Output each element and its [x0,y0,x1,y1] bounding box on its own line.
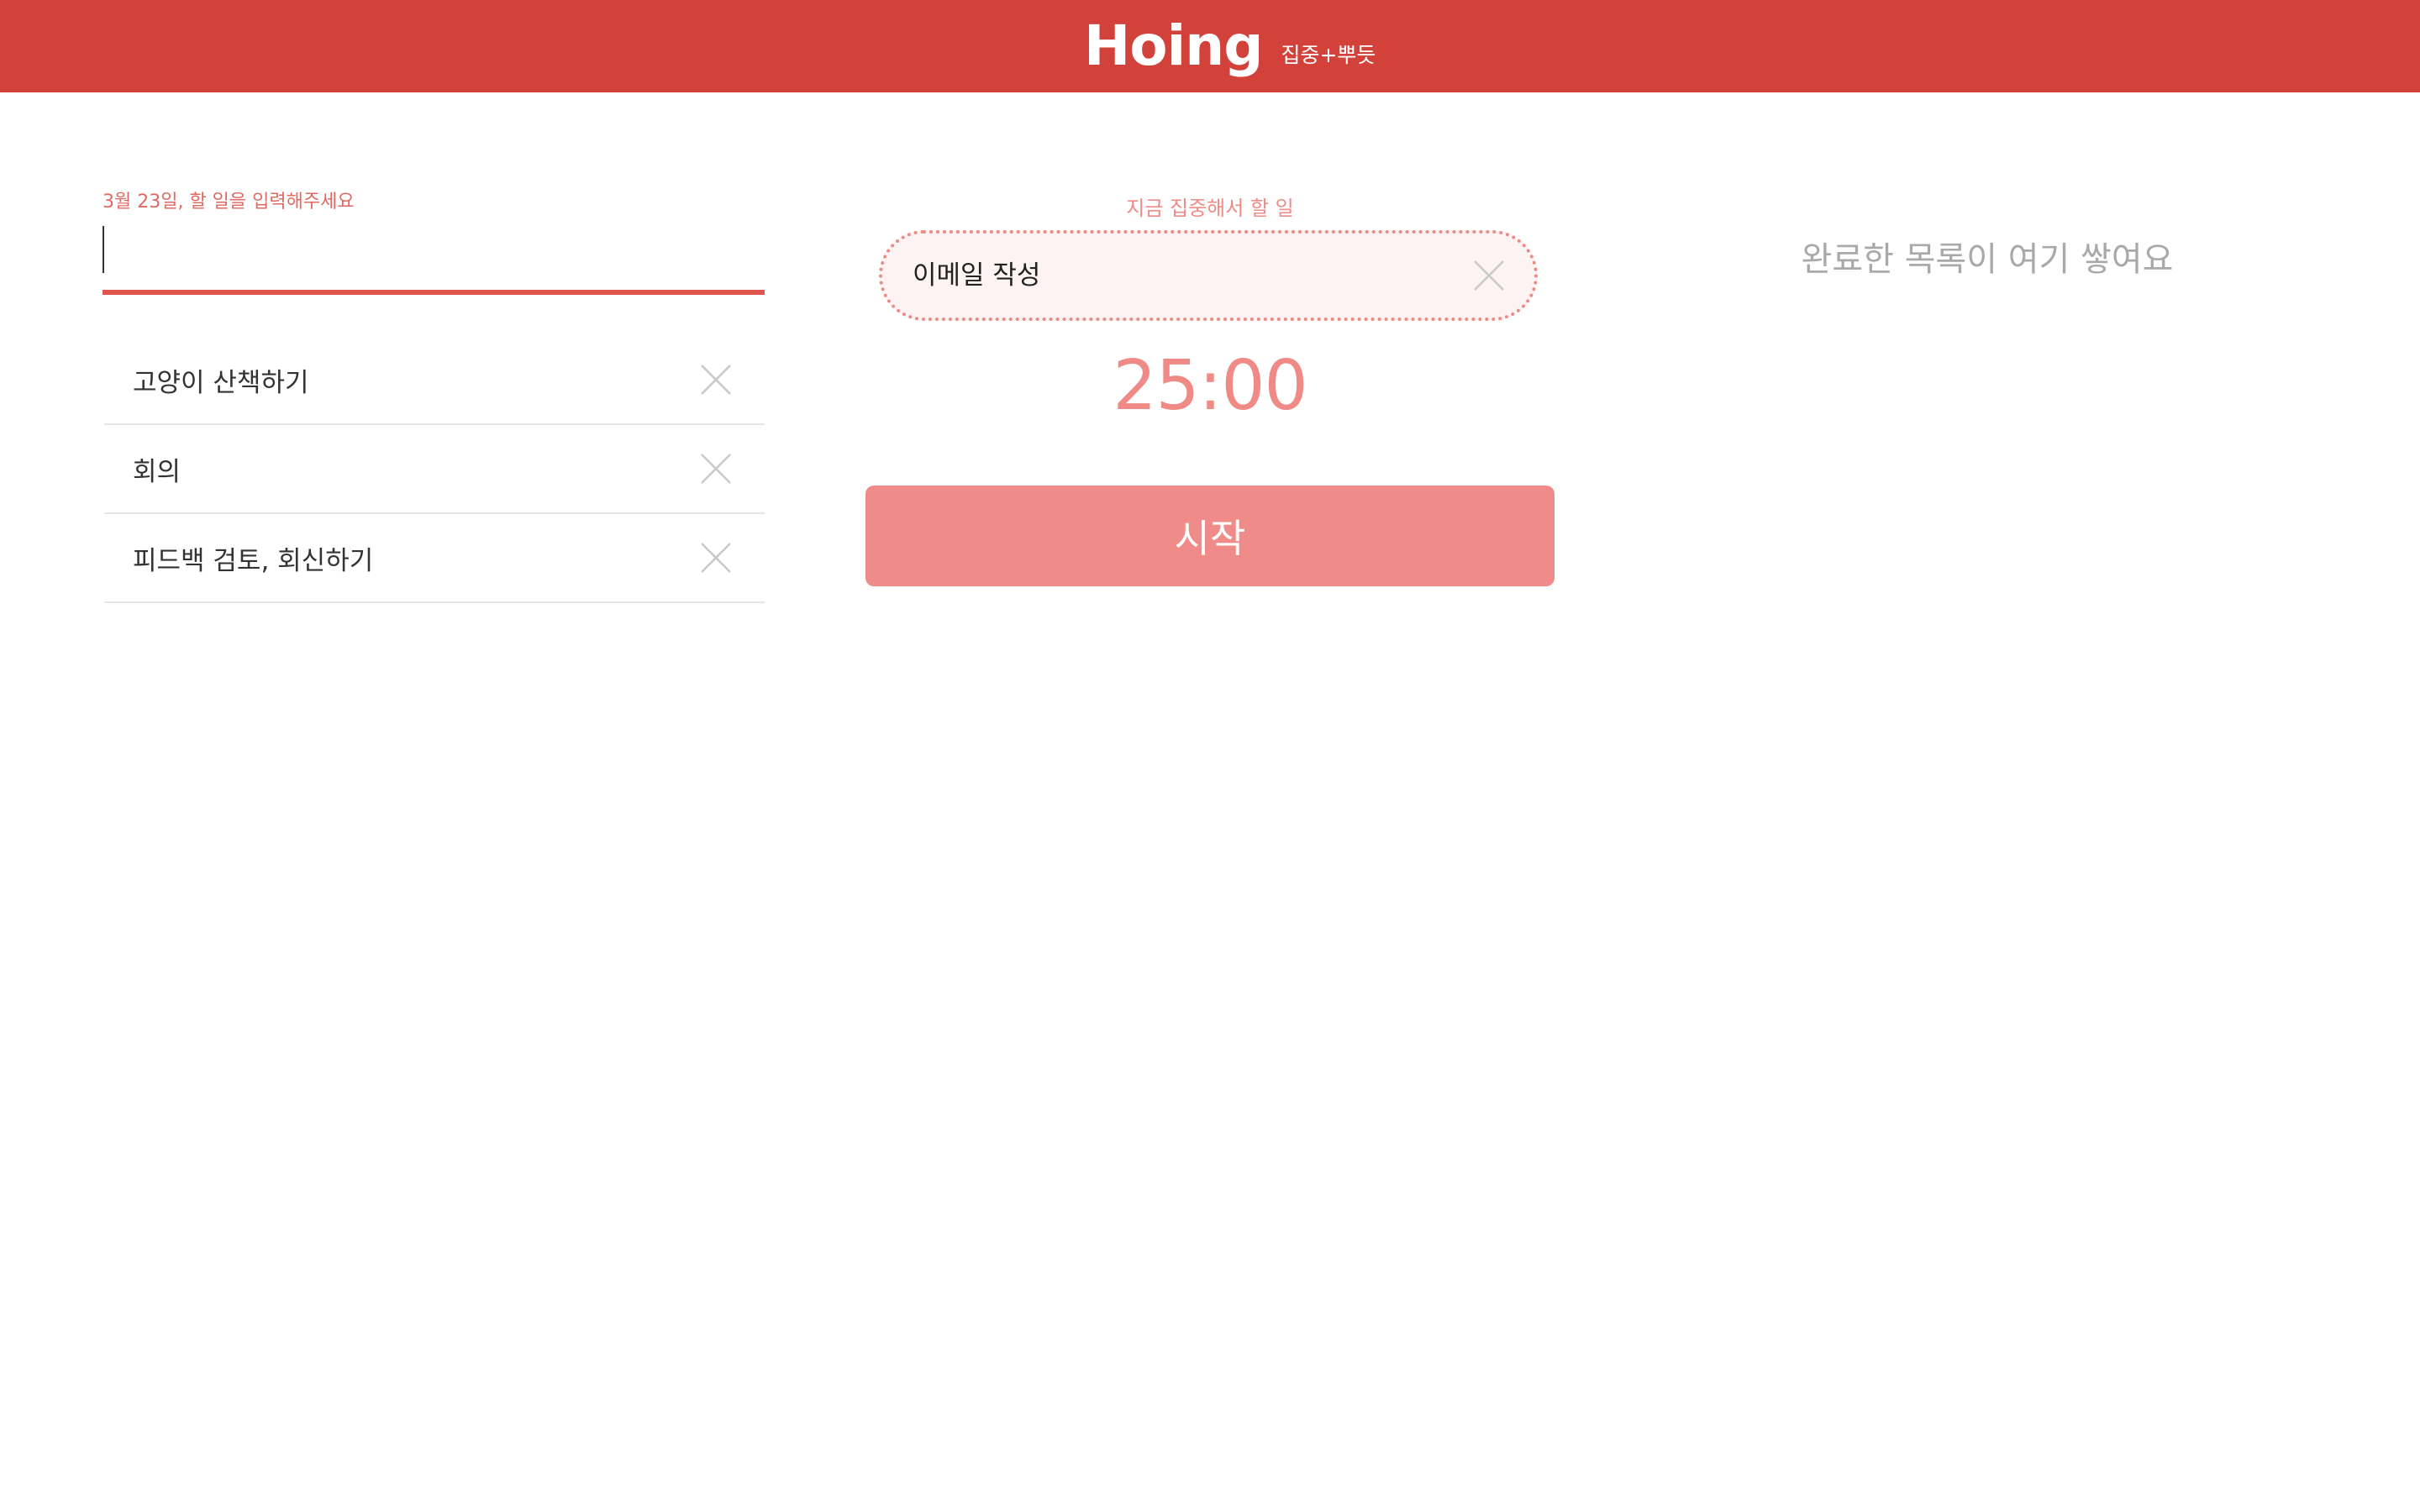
done-list-placeholder: 완료한 목록이 여기 쌓여요 [1801,240,2174,279]
list-item[interactable]: 피드백 검토, 회신하기 [104,514,765,603]
todo-item-text: 고양이 산책하기 [133,367,309,398]
task-input-container [103,223,765,295]
todo-item-text: 회의 [133,456,182,487]
timer-display: 25:00 [1113,346,1307,426]
brand: Hoing 집중+뿌듯 [1084,0,1376,92]
start-button[interactable]: 시작 [865,486,1555,586]
app-logo[interactable]: Hoing [1084,18,1263,74]
app-header: Hoing 집중+뿌듯 [0,0,2420,92]
close-icon[interactable] [699,541,733,575]
focus-task-box[interactable]: 이메일 작성 [879,230,1538,321]
focus-task-text: 이메일 작성 [913,260,1041,291]
todo-list: 고양이 산책하기 회의 피드백 검토, 회신하기 [104,336,765,603]
close-icon[interactable] [1472,259,1506,292]
focus-task-label: 지금 집중해서 할 일 [1126,197,1294,220]
task-input-label: 3월 23일, 할 일을 입력해주세요 [103,192,355,213]
todo-item-text: 피드백 검토, 회신하기 [133,545,374,576]
close-icon[interactable] [699,363,733,396]
list-item[interactable]: 고양이 산책하기 [104,336,765,425]
app-tagline: 집중+뿌듯 [1281,43,1376,67]
close-icon[interactable] [699,452,733,486]
list-item[interactable]: 회의 [104,425,765,514]
text-caret [103,226,104,273]
task-input[interactable] [103,223,765,290]
